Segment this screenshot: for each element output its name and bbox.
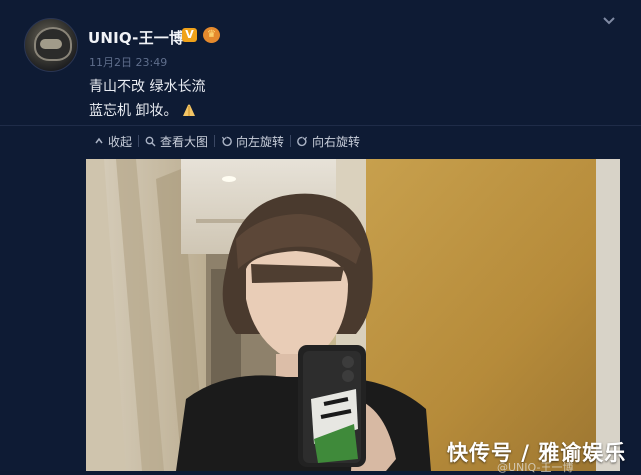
selfie-photo-illustration	[86, 159, 620, 471]
rotate-right-icon	[297, 136, 308, 146]
rotate-right-label: 向右旋转	[312, 134, 361, 149]
rotate-right-button[interactable]: 向右旋转	[291, 133, 366, 150]
post-text-line-1: 青山不改 绿水长流	[89, 79, 206, 95]
image-toolbar: 收起 查看大图 向左旋转 向右旋转	[88, 130, 366, 152]
rotate-left-button[interactable]: 向左旋转	[215, 133, 290, 150]
verified-badge-icon[interactable]: V	[182, 28, 197, 42]
crown-badge-icon[interactable]: ♛	[203, 27, 220, 43]
source-watermark: @UNIQ-王一博	[497, 461, 574, 474]
chevron-down-icon[interactable]	[601, 13, 617, 29]
post-text-line-2: 蓝忘机 卸妆。	[89, 100, 197, 120]
post-timestamp[interactable]: 11月2日 23:49	[89, 54, 167, 70]
rotate-left-icon	[222, 136, 232, 146]
section-divider	[0, 125, 641, 126]
rotate-left-label: 向左旋转	[236, 134, 285, 149]
praying-hands-emoji-icon	[181, 103, 197, 117]
post-text-line-2-content: 蓝忘机 卸妆。	[89, 103, 178, 119]
collapse-icon	[95, 137, 103, 144]
view-large-image-label: 查看大图	[160, 134, 209, 149]
view-large-image-button[interactable]: 查看大图	[139, 133, 214, 150]
collapse-label: 收起	[108, 134, 133, 149]
user-avatar[interactable]	[24, 18, 78, 72]
collapse-button[interactable]: 收起	[88, 133, 138, 150]
avatar-visor-graphic	[40, 39, 62, 49]
weibo-post: UNIQ-王一博 V ♛ 11月2日 23:49 青山不改 绿水长流 蓝忘机 卸…	[0, 0, 641, 474]
username-link[interactable]: UNIQ-王一博	[88, 27, 184, 48]
post-photo[interactable]	[86, 159, 620, 471]
magnifier-icon	[145, 136, 156, 146]
